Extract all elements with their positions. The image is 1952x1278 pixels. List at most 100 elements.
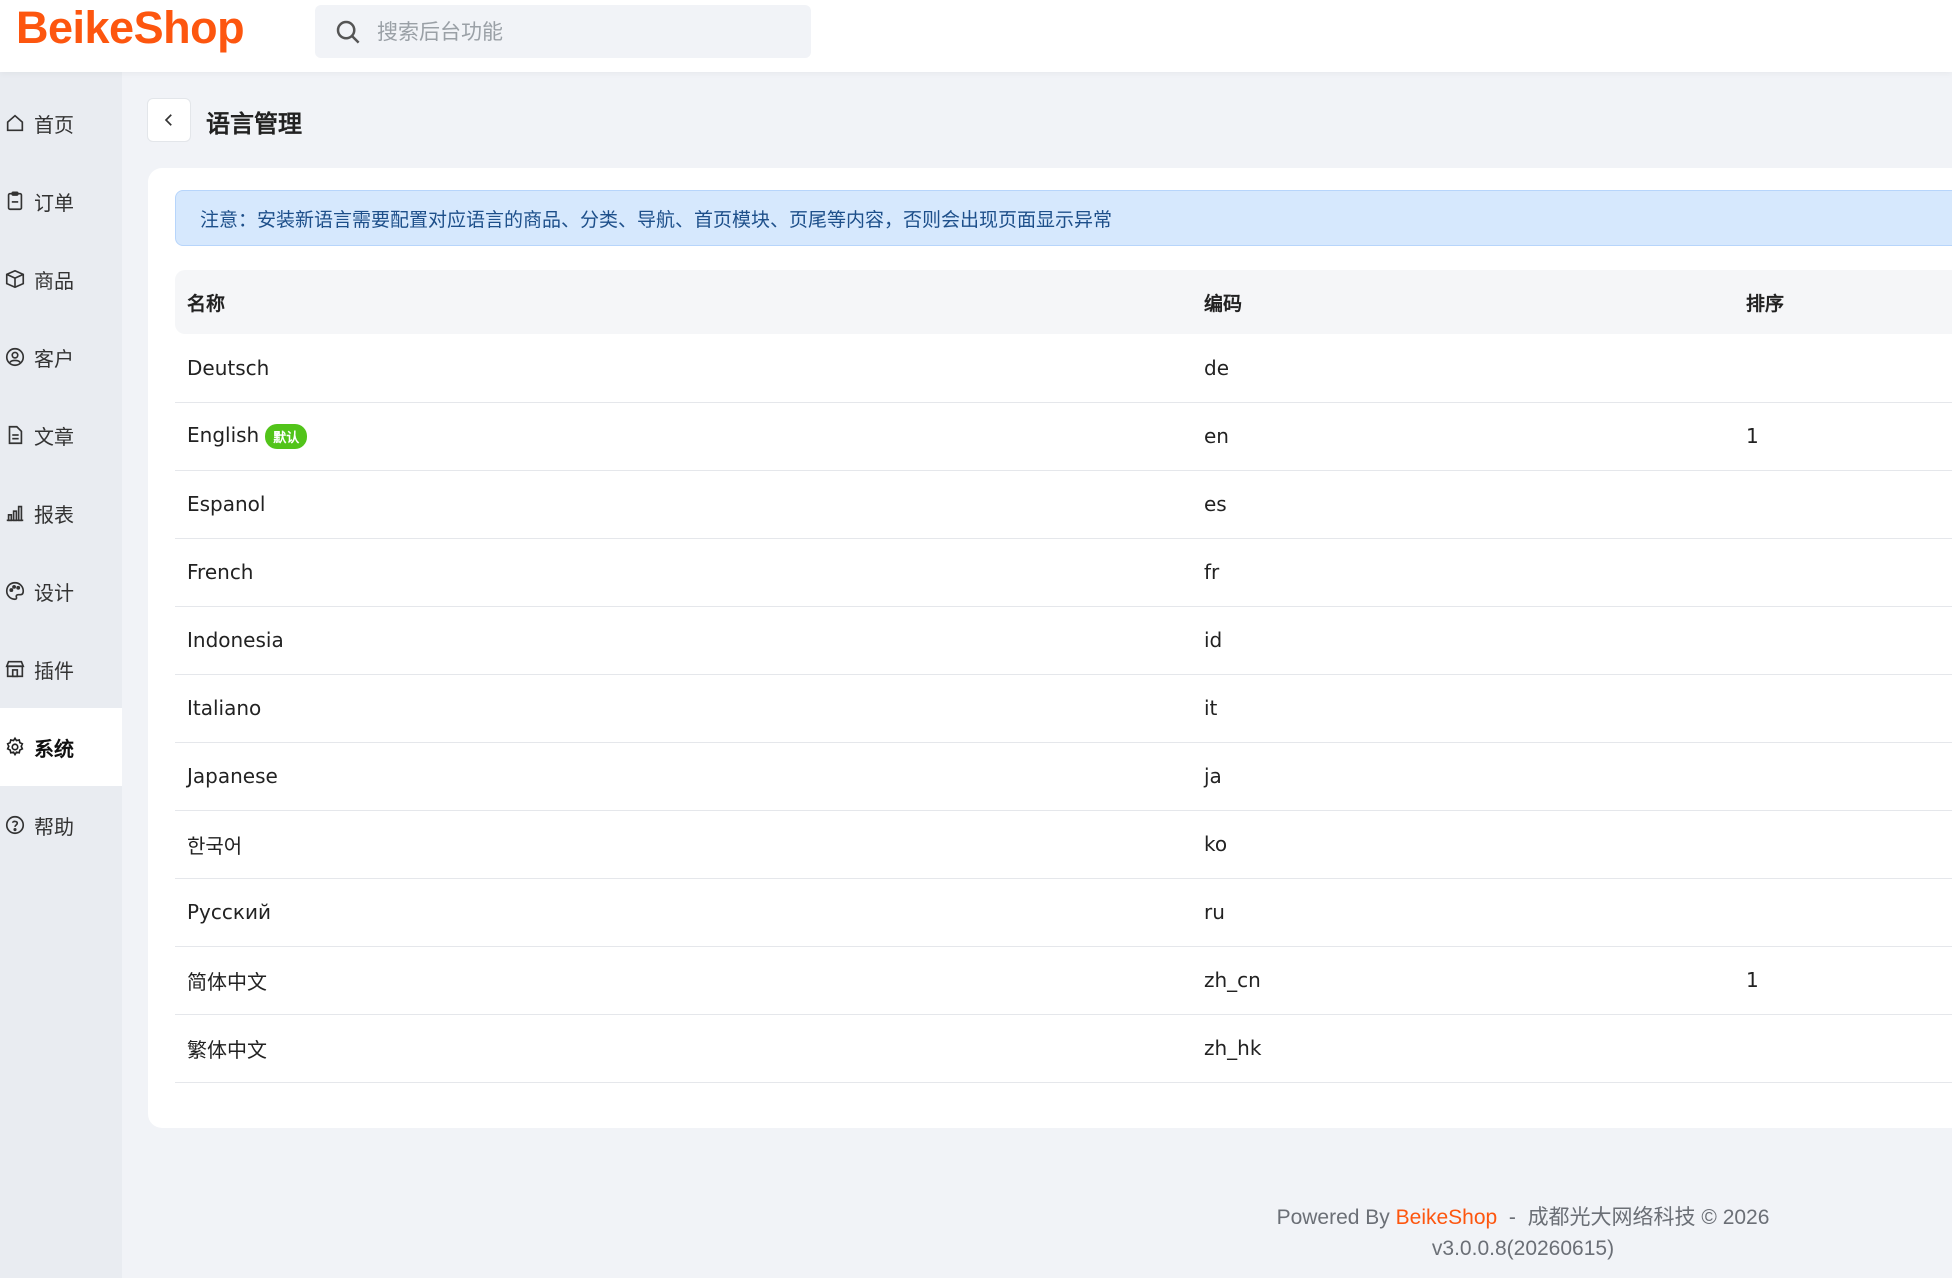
sidebar-item-label: 帮助 xyxy=(34,814,74,839)
clipboard-icon xyxy=(7,191,23,211)
language-code: ja xyxy=(1204,764,1222,788)
language-sort: 1 xyxy=(1746,968,1759,992)
sidebar-item-label: 设计 xyxy=(34,580,74,605)
user-circle-icon xyxy=(5,347,25,367)
sidebar: 首页 订单 商品 客户 文章 报表 设计 插件 系统 帮助 xyxy=(0,72,122,1278)
language-name: 繁体中文 xyxy=(187,1037,267,1062)
table-row[interactable]: 简体中文 zh_cn 1 xyxy=(175,946,1952,1014)
language-name: Espanol xyxy=(187,492,266,516)
language-sort xyxy=(1734,810,1952,878)
language-name: French xyxy=(187,560,254,584)
language-sort xyxy=(1734,674,1952,742)
footer-line-1: Powered By BeikeShop - 成都光大网络科技 © 2026 xyxy=(1143,1202,1903,1233)
logo[interactable]: BeikeShop xyxy=(16,2,245,54)
language-name: Italiano xyxy=(187,696,262,720)
search-input[interactable] xyxy=(377,19,777,44)
language-code: zh_cn xyxy=(1204,968,1261,992)
table-row[interactable]: 한국어 ko xyxy=(175,810,1952,878)
column-header-code: 编码 xyxy=(1204,292,1243,315)
sidebar-item-products[interactable]: 商品 xyxy=(0,240,122,318)
footer-brand-link[interactable]: BeikeShop xyxy=(1396,1206,1498,1229)
notice-alert: 注意：安装新语言需要配置对应语言的商品、分类、导航、首页模块、页尾等内容，否则会… xyxy=(175,190,1952,246)
page-title: 语言管理 xyxy=(206,110,302,138)
search-icon xyxy=(336,20,360,44)
language-sort xyxy=(1734,606,1952,674)
footer-separator: - xyxy=(1508,1206,1516,1229)
language-name-cell: English 默认 xyxy=(175,402,1192,470)
store-icon xyxy=(5,660,25,678)
back-button[interactable] xyxy=(147,98,191,142)
palette-icon xyxy=(5,581,25,601)
search-box[interactable] xyxy=(315,5,811,58)
home-icon xyxy=(6,114,24,132)
sidebar-item-label: 客户 xyxy=(34,346,74,371)
sidebar-item-label: 商品 xyxy=(34,268,74,293)
sidebar-item-orders[interactable]: 订单 xyxy=(0,162,122,240)
table-row[interactable]: Japanese ja xyxy=(175,742,1952,810)
default-badge: 默认 xyxy=(265,424,308,449)
footer-version: v3.0.0.8(20260615) xyxy=(1431,1237,1615,1260)
footer: Powered By BeikeShop - 成都光大网络科技 © 2026 v… xyxy=(1143,1202,1903,1264)
chevron-left-icon xyxy=(164,114,172,126)
sidebar-item-reports[interactable]: 报表 xyxy=(0,474,122,552)
sidebar-item-design[interactable]: 设计 xyxy=(0,552,122,630)
language-code: es xyxy=(1204,492,1227,516)
column-header-sort: 排序 xyxy=(1746,292,1785,315)
table-row[interactable]: Русский ru xyxy=(175,878,1952,946)
table-row[interactable]: Indonesia id xyxy=(175,606,1952,674)
language-code: ru xyxy=(1204,900,1225,924)
table-row[interactable]: Italiano it xyxy=(175,674,1952,742)
powered-by-text: Powered By xyxy=(1276,1206,1390,1229)
sidebar-item-label: 首页 xyxy=(34,112,74,137)
sidebar-item-plugins[interactable]: 插件 xyxy=(0,630,122,708)
language-name: 한국어 xyxy=(187,833,243,858)
language-table: 名称 编码 排序 Deutsch de English 默认 en 1 Espan… xyxy=(175,270,1952,1083)
table-row[interactable]: French fr xyxy=(175,538,1952,606)
language-sort xyxy=(1734,334,1952,402)
language-name: Indonesia xyxy=(187,628,284,652)
language-name: Русский xyxy=(187,900,271,924)
sidebar-item-home[interactable]: 首页 xyxy=(0,84,122,162)
language-code: zh_hk xyxy=(1204,1036,1262,1060)
sidebar-item-label: 插件 xyxy=(34,658,74,683)
language-name: Japanese xyxy=(187,764,278,788)
language-name: Deutsch xyxy=(187,355,270,380)
sidebar-item-label: 订单 xyxy=(34,190,74,215)
notice-text: 注意：安装新语言需要配置对应语言的商品、分类、导航、首页模块、页尾等内容，否则会… xyxy=(200,208,1113,231)
language-code: it xyxy=(1204,696,1218,720)
language-code: de xyxy=(1204,355,1229,380)
language-code: ko xyxy=(1204,832,1228,856)
language-sort xyxy=(1734,538,1952,606)
language-name: 简体中文 xyxy=(187,969,267,994)
bar-chart-icon xyxy=(6,505,24,522)
sidebar-item-articles[interactable]: 文章 xyxy=(0,396,122,474)
table-row[interactable]: English 默认 en 1 xyxy=(175,402,1952,470)
language-code: fr xyxy=(1204,560,1220,584)
table-row[interactable]: Deutsch de xyxy=(175,334,1952,402)
language-sort xyxy=(1734,878,1952,946)
table-row[interactable]: Espanol es xyxy=(175,470,1952,538)
table-header-row: 名称 编码 排序 xyxy=(175,270,1952,334)
sidebar-item-label: 文章 xyxy=(34,424,74,449)
sidebar-item-help[interactable]: 帮助 xyxy=(0,786,122,864)
box-icon xyxy=(5,269,25,289)
question-circle-icon xyxy=(5,815,25,835)
content-card: 注意：安装新语言需要配置对应语言的商品、分类、导航、首页模块、页尾等内容，否则会… xyxy=(148,168,1952,1128)
top-header: BeikeShop xyxy=(0,0,1952,72)
language-code: en xyxy=(1204,424,1229,448)
table-row[interactable]: 繁体中文 zh_hk xyxy=(175,1014,1952,1082)
footer-company: 成都光大网络科技 © 2026 xyxy=(1527,1206,1770,1229)
language-sort xyxy=(1734,742,1952,810)
sidebar-item-customers[interactable]: 客户 xyxy=(0,318,122,396)
language-name: English xyxy=(187,423,260,447)
sidebar-item-system[interactable]: 系统 xyxy=(0,708,122,786)
document-icon xyxy=(8,425,23,445)
language-code: id xyxy=(1204,628,1223,652)
gear-icon xyxy=(6,736,24,757)
column-header-name: 名称 xyxy=(187,292,226,315)
language-sort xyxy=(1734,1014,1952,1082)
language-sort xyxy=(1734,470,1952,538)
sidebar-item-label: 系统 xyxy=(34,736,74,761)
language-sort: 1 xyxy=(1746,424,1759,448)
sidebar-item-label: 报表 xyxy=(34,502,74,527)
